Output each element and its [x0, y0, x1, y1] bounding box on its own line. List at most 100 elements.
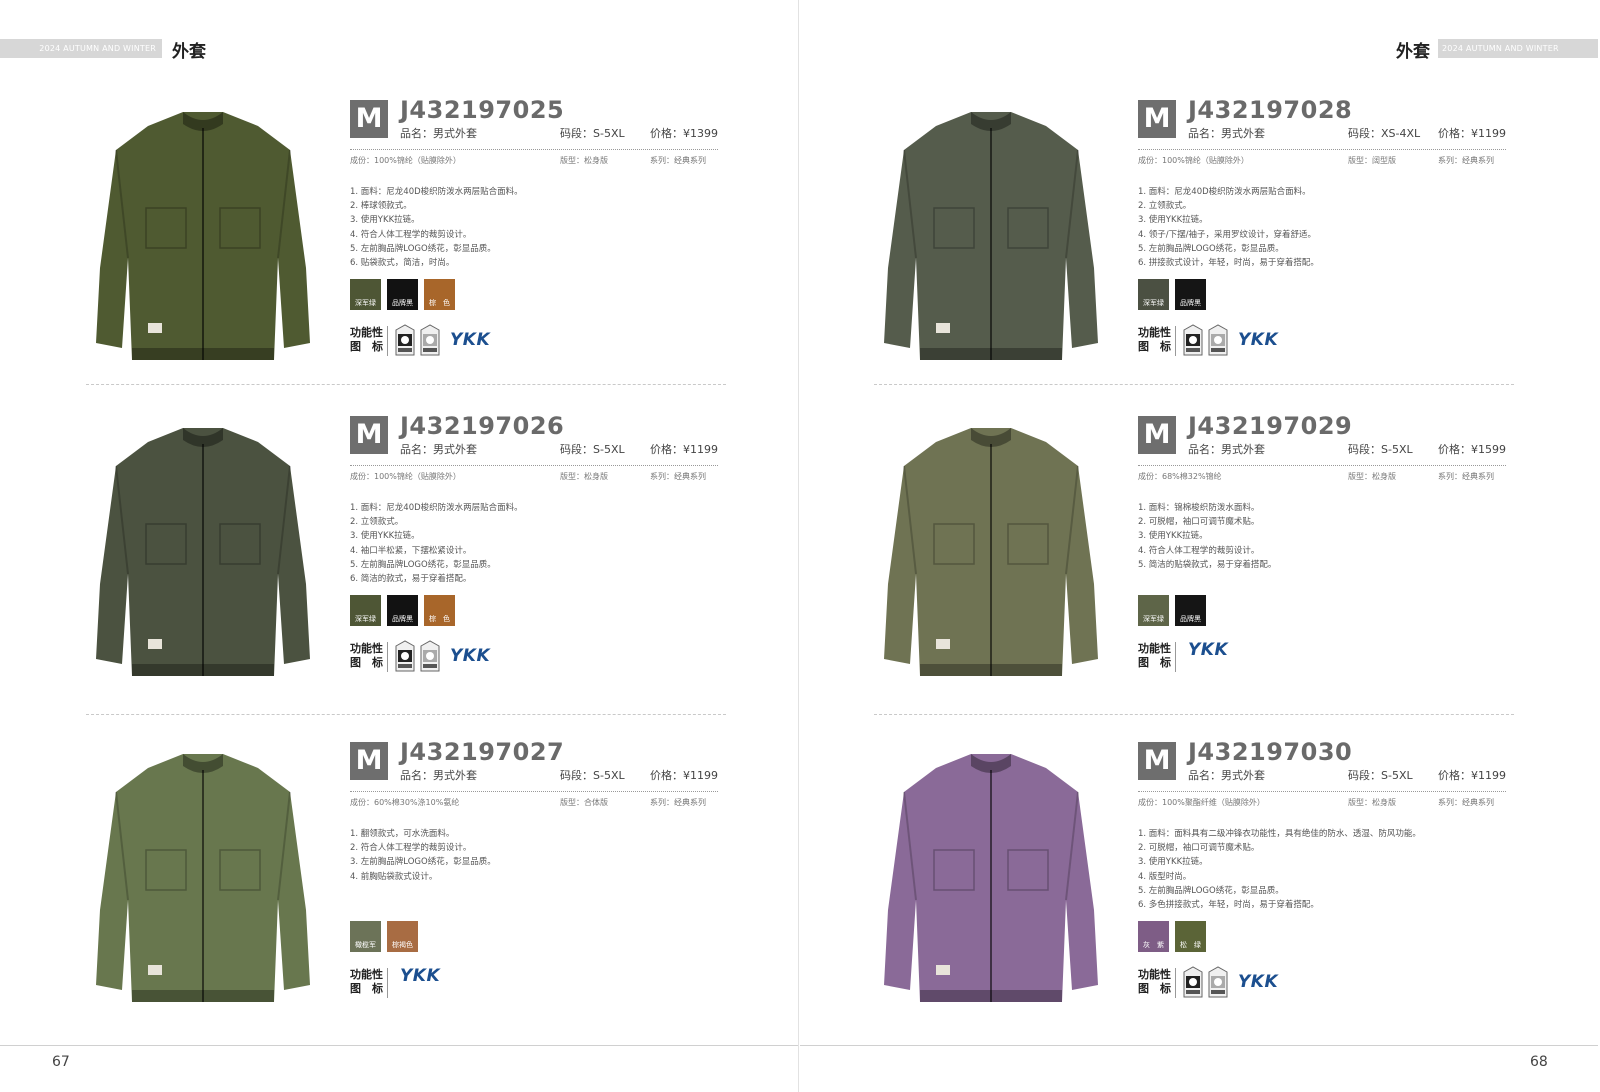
function-label: 功能性 图 标 — [350, 326, 383, 354]
color-swatch: 橄榄军 — [350, 921, 381, 952]
feature-list: 1. 面料：面料具有二级冲锋衣功能性，具有绝佳的防水、透湿、防风功能。 2. 可脱… — [1138, 827, 1421, 912]
composition: 成份：68%棉32%锦纶 — [1138, 472, 1222, 481]
price: 价格：¥1199 — [650, 769, 718, 782]
size-range: 码段：XS-4XL — [1348, 127, 1421, 140]
function-icons-row: 功能性 图 标 YKK — [1138, 640, 1438, 676]
feature-item: 2. 符合人体工程学的裁剪设计。 — [350, 843, 472, 854]
product-code: J432197028 — [1188, 96, 1353, 124]
gender-badge: M — [1138, 416, 1176, 454]
feature-item: 2. 立领款式。 — [1138, 201, 1192, 212]
color-swatch: 品牌黑 — [1175, 279, 1206, 310]
feature-item: 5. 左前胸品牌LOGO绣花，彰显品质。 — [350, 243, 496, 254]
jacket-photo — [78, 414, 328, 684]
size-range: 码段：S-5XL — [1348, 769, 1413, 782]
jacket-photo — [866, 414, 1116, 684]
size-range: 码段：S-5XL — [560, 769, 625, 782]
function-separator — [1175, 642, 1176, 672]
ykk-logo: YKK — [1238, 330, 1279, 350]
waterproof-label-icon — [1183, 966, 1203, 998]
composition: 成份：100%聚酯纤维（贴膜除外） — [1138, 798, 1265, 807]
product-code: J432197026 — [400, 412, 565, 440]
series: 系列：经典系列 — [1438, 156, 1494, 165]
category-title: 外套 — [1396, 42, 1430, 62]
product-name: 品名：男式外套 — [1188, 443, 1265, 456]
feature-item: 4. 前胸贴袋款式设计。 — [350, 871, 438, 882]
color-swatch-label: 深军绿 — [355, 299, 376, 307]
feature-item: 4. 袖口半松紧，下摆松紧设计。 — [350, 545, 472, 556]
ykk-logo: YKK — [450, 330, 491, 350]
feature-item: 4. 版型时尚。 — [1138, 871, 1192, 882]
color-swatches: 深军绿 品牌黑 棕 色 — [350, 279, 455, 310]
feature-item: 2. 棒球领款式。 — [350, 201, 412, 212]
feature-list: 1. 面料：尼龙40D梭织防泼水两层贴合面料。 2. 立领款式。 3. 使用YKK拉… — [350, 501, 523, 586]
feature-list: 1. 面料：锦棉梭织防泼水面料。 2. 可脱帽，袖口可调节魔术贴。 3. 使用YKK… — [1138, 501, 1276, 572]
product-card: M J432197027 品名：男式外套 码段：S-5XL 价格：¥1199 成… — [78, 738, 778, 1040]
warm-label-icon — [420, 324, 440, 356]
product-card: M J432197030 品名：男式外套 码段：S-5XL 价格：¥1199 成… — [866, 738, 1566, 1040]
price: 价格：¥1199 — [1438, 769, 1506, 782]
function-label: 功能性 图 标 — [1138, 642, 1171, 670]
feature-item: 6. 简洁的款式，易于穿着搭配。 — [350, 573, 472, 584]
color-swatch: 棕 色 — [424, 595, 455, 626]
color-swatch-label: 棕 色 — [429, 299, 450, 307]
feature-item: 6. 拼接款式设计，年轻，时尚，易于穿着搭配。 — [1138, 257, 1319, 268]
composition: 成份：100%锦纶（贴膜除外） — [350, 472, 461, 481]
gender-badge: M — [350, 100, 388, 138]
feature-item: 5. 左前胸品牌LOGO绣花，彰显品质。 — [1138, 885, 1284, 896]
feature-list: 1. 翻领款式，可水洗面料。 2. 符合人体工程学的裁剪设计。 3. 左前胸品牌LO… — [350, 827, 496, 884]
jacket-photo — [78, 740, 328, 1010]
color-swatch: 品牌黑 — [387, 595, 418, 626]
feature-item: 3. 使用YKK拉链。 — [1138, 531, 1208, 542]
function-label-line: 图 标 — [350, 656, 383, 669]
fit-type: 版型：松身版 — [560, 156, 608, 165]
waterproof-label-icon — [395, 640, 415, 672]
dotted-divider — [1138, 791, 1506, 792]
color-swatch: 深军绿 — [1138, 595, 1169, 626]
color-swatches: 橄榄军 棕褐色 — [350, 921, 418, 952]
fit-type: 版型：松身版 — [1348, 472, 1396, 481]
footer-line — [800, 1045, 1598, 1046]
product-code: J432197030 — [1188, 738, 1353, 766]
series: 系列：经典系列 — [1438, 798, 1494, 807]
series: 系列：经典系列 — [650, 156, 706, 165]
product-name: 品名：男式外套 — [400, 769, 477, 782]
function-label-line: 功能性 — [1138, 642, 1171, 655]
warm-label-icon — [420, 640, 440, 672]
color-swatches: 灰 紫松 绿 — [1138, 921, 1206, 952]
price: 价格：¥1199 — [1438, 127, 1506, 140]
fit-type: 版型：阔型版 — [1348, 156, 1396, 165]
season-banner: 2024 AUTUMN AND WINTER — [0, 39, 162, 58]
size-range: 码段：S-5XL — [560, 127, 625, 140]
product-name: 品名：男式外套 — [400, 127, 477, 140]
jacket-illustration — [884, 428, 1098, 676]
page-number: 68 — [1530, 1054, 1548, 1070]
function-label: 功能性 图 标 — [350, 968, 383, 996]
feature-item: 5. 左前胸品牌LOGO绣花，彰显品质。 — [1138, 243, 1284, 254]
product-card: M J432197028 品名：男式外套 码段：XS-4XL 价格：¥1199 … — [866, 96, 1566, 398]
price: 价格：¥1199 — [650, 443, 718, 456]
function-label-line: 功能性 — [1138, 326, 1171, 339]
footer-line — [0, 1045, 798, 1046]
feature-item: 1. 面料：尼龙40D梭织防泼水两层贴合面料。 — [350, 187, 523, 197]
function-separator — [387, 642, 388, 672]
feature-item: 4. 符合人体工程学的裁剪设计。 — [350, 229, 472, 240]
color-swatch-label: 品牌黑 — [1180, 615, 1201, 623]
feature-item: 6. 贴袋款式，简洁，时尚。 — [350, 257, 455, 268]
ykk-logo: YKK — [400, 966, 441, 986]
fit-type: 版型：松身版 — [1348, 798, 1396, 807]
feature-item: 2. 立领款式。 — [350, 517, 404, 528]
catalog-spread: 2024 AUTUMN AND WINTER 外套 67 外套 2024 AUT… — [0, 0, 1600, 1092]
function-label-line: 图 标 — [350, 340, 383, 353]
color-swatches: 深军绿 品牌黑 — [1138, 595, 1206, 626]
function-label-line: 功能性 — [350, 968, 383, 981]
waterproof-label-icon — [1183, 324, 1203, 356]
function-label-line: 图 标 — [1138, 656, 1171, 669]
dotted-divider — [350, 791, 718, 792]
price: 价格：¥1599 — [1438, 443, 1506, 456]
composition: 成份：100%锦纶（贴膜除外） — [350, 156, 461, 165]
dotted-divider — [1138, 465, 1506, 466]
color-swatch-label: 松 绿 — [1180, 941, 1201, 949]
function-label-line: 图 标 — [1138, 340, 1171, 353]
jacket-photo — [78, 98, 328, 368]
feature-item: 2. 可脱帽，袖口可调节魔术贴。 — [1138, 517, 1260, 528]
